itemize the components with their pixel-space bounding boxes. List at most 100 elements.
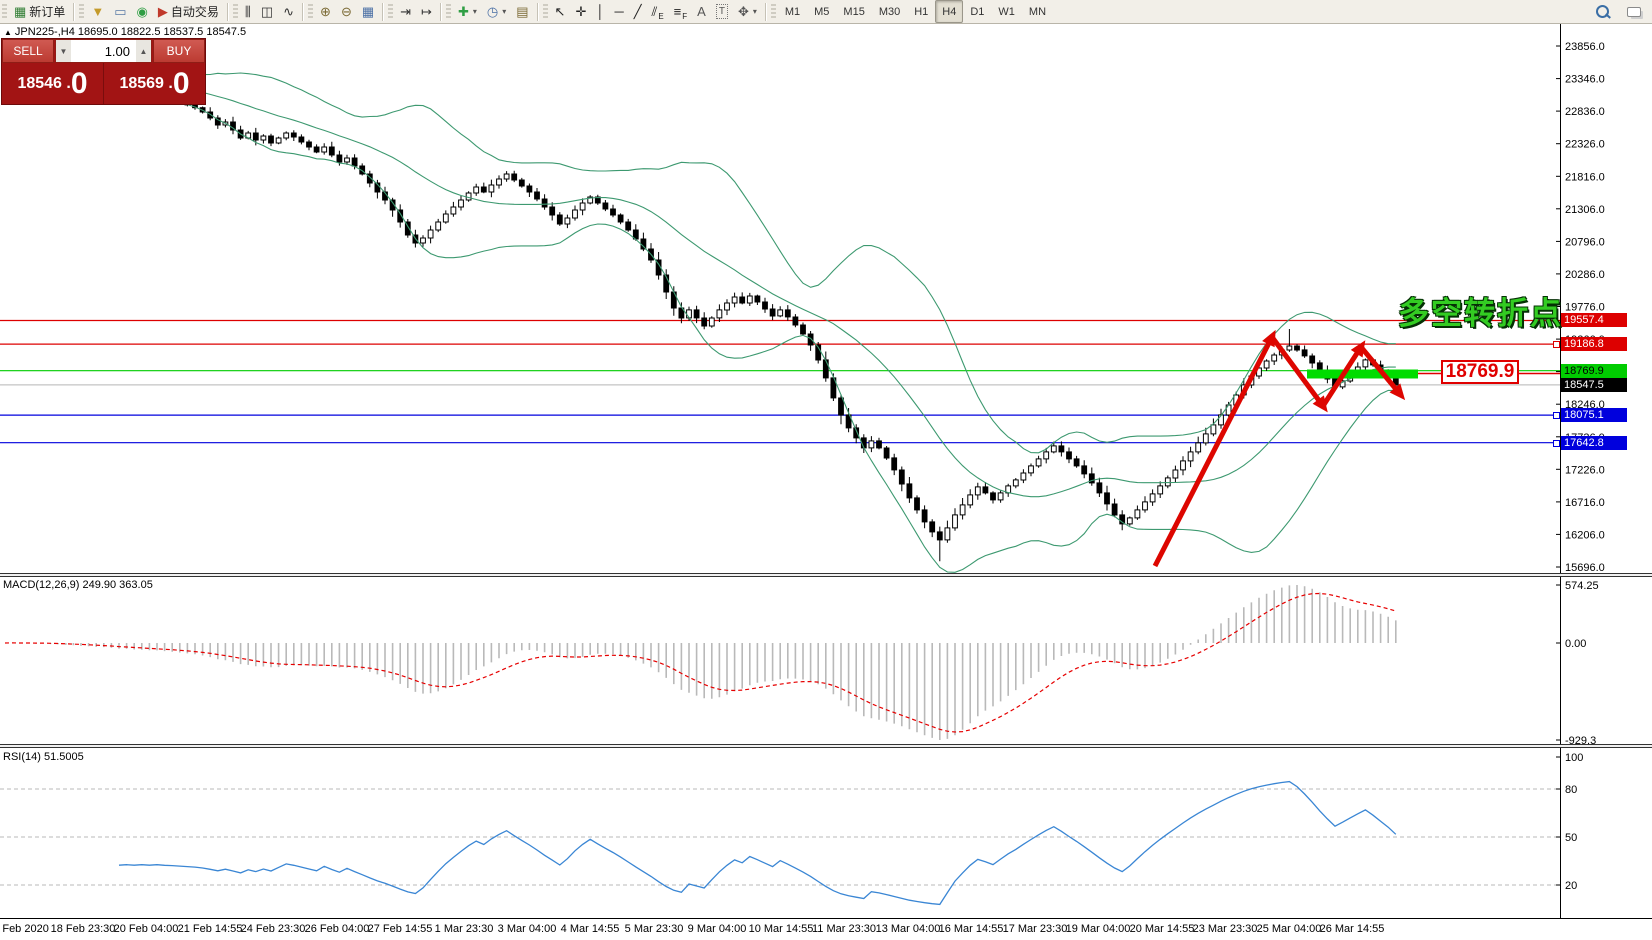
volume-input[interactable]: 1.00: [71, 40, 136, 62]
indicators-button[interactable]: ✚▾: [453, 0, 482, 23]
chart-shift-button[interactable]: ↦: [416, 0, 437, 23]
symbol-ohlc-text: JPN225-,H4 18695.0 18822.5 18537.5 18547…: [15, 26, 246, 38]
shapes-button[interactable]: ✥▾: [733, 0, 762, 23]
tf-m30[interactable]: M30: [872, 0, 907, 23]
signal-icon: ◉: [136, 5, 147, 18]
fibonacci-icon: ≡: [674, 5, 682, 18]
channel-button[interactable]: ⫽E: [647, 0, 669, 23]
bar-chart-button[interactable]: ⫼: [240, 0, 256, 23]
chat-icon: [1627, 7, 1641, 17]
vertical-line-button[interactable]: │: [591, 0, 609, 23]
horizontal-line-icon: ─: [614, 5, 623, 18]
trendline-button[interactable]: ╱: [629, 0, 647, 23]
volume-stepper: ▼ 1.00 ▲: [55, 39, 152, 63]
terminal-button[interactable]: ▭: [109, 0, 131, 23]
buy-price[interactable]: 18569 .0: [104, 63, 205, 104]
main-toolbar: ▦新订单 ▼ ▭ ◉ ▶自动交易 ⫼ ◫ ∿ ⊕ ⊖ ▦ ⇥ ↦ ✚▾◷▾ ▤ ↖ ✛ │ ─ ╱⫽E≡FAT✥▾ M1…: [0, 0, 1652, 24]
rsi-label: RSI(14) 51.5005: [3, 751, 84, 763]
crosshair-icon: ✛: [575, 5, 586, 18]
chat-button[interactable]: [1622, 0, 1646, 23]
line-anchor-icon[interactable]: [1553, 440, 1560, 447]
terminal-icon: ▭: [114, 5, 126, 18]
zoom-out-button[interactable]: ⊖: [336, 0, 357, 23]
auto-scroll-button[interactable]: ⇥: [395, 0, 416, 23]
tf-m15[interactable]: M15: [836, 0, 871, 23]
price-badge-17642.8: 17642.8: [1561, 436, 1627, 450]
line-anchor-icon[interactable]: [1553, 412, 1560, 419]
chart-canvas[interactable]: 23856.023346.022836.022326.021816.021306…: [0, 0, 1652, 940]
sell-price[interactable]: 18546 .0: [2, 63, 103, 104]
sell-button[interactable]: SELL: [2, 39, 54, 63]
time-label: 26 Mar 14:55: [1307, 923, 1397, 935]
bollinger-bands: [149, 71, 1395, 572]
new-order-icon: ▦: [14, 5, 26, 18]
candlestick-icon: ◫: [261, 5, 273, 18]
volume-decrease-icon[interactable]: ▼: [56, 40, 71, 62]
templates-button[interactable]: ▤: [511, 0, 533, 23]
line-anchor-icon[interactable]: [1553, 341, 1560, 348]
zoom-in-button[interactable]: ⊕: [315, 0, 336, 23]
macd-histogram: [5, 585, 1396, 740]
rsi-splitter[interactable]: [0, 744, 1652, 748]
price-scale[interactable]: 19557.419186.818769.918547.518075.117642…: [1561, 24, 1652, 918]
candles-layer: [3, 71, 1399, 562]
price-badge-19557.4: 19557.4: [1561, 313, 1627, 327]
tf-m5[interactable]: M5: [807, 0, 836, 23]
cursor-button[interactable]: ↖: [550, 0, 571, 23]
tf-mn[interactable]: MN: [1022, 0, 1053, 23]
crosshair-button[interactable]: ✛: [570, 0, 591, 23]
horizontal-line-button[interactable]: ─: [609, 0, 628, 23]
bollinger-upper: [149, 71, 1395, 453]
tf-d1[interactable]: D1: [963, 0, 991, 23]
search-icon: [1596, 5, 1609, 18]
rsi-panel: [0, 782, 1560, 905]
price-callout-box[interactable]: 18769.9: [1441, 360, 1519, 384]
macd-signal-line: [5, 594, 1396, 733]
text-button[interactable]: A: [692, 0, 711, 23]
funnel-button[interactable]: ▼: [86, 0, 109, 23]
collapse-marker-icon[interactable]: ▲: [4, 28, 12, 37]
fibonacci-button[interactable]: ≡F: [669, 0, 692, 23]
tf-w1[interactable]: W1: [991, 0, 1022, 23]
funnel-icon: ▼: [91, 5, 104, 18]
text-label-button[interactable]: T: [711, 0, 733, 23]
autotrade-icon: ▶: [158, 5, 168, 18]
time-scale[interactable]: 7 Feb 202018 Feb 23:3020 Feb 04:0021 Feb…: [0, 918, 1652, 940]
highlight-zone: [1307, 370, 1418, 379]
clock-icon: ◷: [487, 5, 498, 18]
autotrade-button[interactable]: ▶自动交易: [153, 0, 224, 23]
sell-price-frac: 0: [71, 69, 88, 99]
auto-scroll-icon: ⇥: [400, 5, 411, 18]
price-badge-18075.1: 18075.1: [1561, 408, 1627, 422]
line-chart-button[interactable]: ∿: [278, 0, 299, 23]
buy-button[interactable]: BUY: [153, 39, 205, 63]
sell-price-main: 18546 .: [17, 75, 70, 93]
periods-button[interactable]: ◷▾: [482, 0, 511, 23]
volume-increase-icon[interactable]: ▲: [136, 40, 151, 62]
tile-windows-button[interactable]: ▦: [357, 0, 379, 23]
macd-label: MACD(12,26,9) 249.90 363.05: [3, 579, 153, 591]
cursor-icon: ↖: [555, 5, 566, 18]
zoom-in-icon: ⊕: [320, 5, 331, 18]
new-order-button[interactable]: ▦新订单: [9, 0, 70, 23]
tf-h1[interactable]: H1: [907, 0, 935, 23]
rsi-line: [119, 782, 1396, 905]
vertical-line-icon: │: [596, 5, 604, 18]
candle-chart-button[interactable]: ◫: [256, 0, 278, 23]
signal-button[interactable]: ◉: [131, 0, 152, 23]
templates-icon: ▤: [516, 5, 528, 18]
chart-shift-icon: ↦: [421, 5, 432, 18]
mt4-window: ▦新订单 ▼ ▭ ◉ ▶自动交易 ⫼ ◫ ∿ ⊕ ⊖ ▦ ⇥ ↦ ✚▾◷▾ ▤ ↖ ✛ │ ─ ╱⫽E≡FAT✥▾ M1…: [0, 0, 1652, 940]
bollinger-middle: [149, 84, 1395, 497]
buy-price-main: 18569 .: [119, 75, 172, 93]
one-click-trading-panel: SELL ▼ 1.00 ▲ BUY 18546 .0 18569 .0: [1, 38, 206, 105]
tf-m1[interactable]: M1: [778, 0, 807, 23]
indicators-icon: ✚: [458, 5, 469, 18]
tile-windows-icon: ▦: [362, 5, 374, 18]
macd-splitter[interactable]: [0, 573, 1652, 577]
turning-point-annotation[interactable]: 多空转折点: [1398, 288, 1563, 333]
tf-h4[interactable]: H4: [935, 0, 963, 23]
line-chart-icon: ∿: [283, 5, 294, 18]
shapes-icon: ✥: [738, 5, 749, 18]
search-button[interactable]: [1591, 0, 1614, 23]
